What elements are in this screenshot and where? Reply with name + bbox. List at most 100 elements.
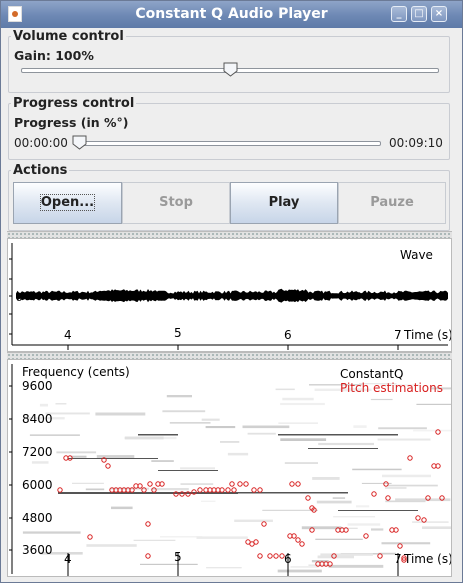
pause-button[interactable]: Pauze <box>338 182 446 224</box>
progress-legend: Progress control <box>11 96 137 111</box>
cq-band <box>275 388 295 391</box>
cq-band <box>378 427 427 430</box>
pitch-estimate-point <box>251 487 257 493</box>
cq-band <box>315 538 363 540</box>
pitch-estimate-point <box>105 463 111 469</box>
cq-band <box>180 483 214 485</box>
constantq-plot: Frequency (cents) ConstantQ Pitch estima… <box>9 364 452 576</box>
cq-ytick-3600: 3600 <box>22 543 53 557</box>
cq-band <box>328 564 384 568</box>
cq-band <box>111 506 133 510</box>
title-bar[interactable]: Constant Q Audio Player _ □ × <box>1 1 462 28</box>
cq-ylabel: Frequency (cents) <box>22 365 130 379</box>
cq-band <box>320 553 373 556</box>
cq-band <box>234 519 273 522</box>
pitch-estimate-point <box>145 553 151 559</box>
pitch-estimate-point <box>407 455 413 461</box>
maximize-icon[interactable]: □ <box>411 6 427 22</box>
cq-band <box>422 526 451 529</box>
stop-button[interactable]: Stop <box>122 182 230 224</box>
cq-band <box>242 425 290 429</box>
cq-ytick-7200: 7200 <box>22 445 53 459</box>
constantq-panel: Frequency (cents) ConstantQ Pitch estima… <box>7 359 452 577</box>
pitch-estimate-point <box>57 487 63 493</box>
open-button[interactable]: Open... <box>13 182 122 224</box>
pitch-estimate-point <box>295 481 301 487</box>
cq-band <box>385 487 407 489</box>
cq-band <box>356 505 370 508</box>
cq-band <box>86 544 137 547</box>
cq-band <box>382 474 431 478</box>
pause-button-label: Pauze <box>370 195 414 210</box>
cq-band <box>180 467 215 470</box>
gain-slider-thumb[interactable] <box>223 62 238 77</box>
wave-title: Wave <box>400 248 433 262</box>
cq-ytick-6000: 6000 <box>22 478 53 492</box>
cq-band-strong <box>138 434 178 436</box>
pitch-estimate-point <box>273 553 279 559</box>
cq-legend-pitch: Pitch estimations <box>340 381 443 395</box>
play-button[interactable]: Play <box>230 182 338 224</box>
wave-tick-5: 5 <box>174 326 182 340</box>
cq-band <box>370 398 393 401</box>
cq-band-strong <box>68 458 158 459</box>
pitch-estimate-point <box>305 495 311 501</box>
stop-button-label: Stop <box>159 195 193 210</box>
waveform-plot: Wave 0 4 5 6 7 Time (s) <box>9 243 451 350</box>
pitch-estimate-point <box>87 534 93 540</box>
pitch-estimate-point <box>415 515 421 521</box>
cq-band <box>151 460 174 462</box>
progress-slider-thumb[interactable] <box>72 135 87 150</box>
cq-band <box>56 451 97 454</box>
cq-band <box>262 509 318 511</box>
volume-legend: Volume control <box>11 29 126 44</box>
cq-time-label: Time (s) <box>403 552 452 566</box>
cq-band <box>413 429 451 432</box>
cq-band <box>277 569 322 573</box>
pitch-estimate-point <box>237 481 243 487</box>
cq-band <box>166 395 192 398</box>
pitch-estimate-point <box>231 487 237 493</box>
pitch-estimate-point <box>289 481 295 487</box>
cq-band <box>72 482 104 484</box>
cq-band <box>280 402 325 406</box>
cq-band <box>140 563 198 565</box>
cq-xtick-7: 7 <box>394 552 402 566</box>
close-icon[interactable]: × <box>431 6 447 22</box>
pitch-estimate-point <box>295 537 301 543</box>
cq-band <box>301 526 342 530</box>
progress-control-group: Progress control Progress (in %°) 00:00:… <box>8 96 450 160</box>
cq-band <box>247 432 276 435</box>
cq-band <box>205 426 236 429</box>
cq-band <box>70 455 87 458</box>
pitch-estimate-point <box>197 487 203 493</box>
cq-band <box>31 461 49 464</box>
play-button-label: Play <box>268 195 300 210</box>
cq-ytick-8400: 8400 <box>22 412 53 426</box>
cq-band <box>227 452 249 456</box>
cq-band <box>133 539 176 541</box>
cq-band-strong <box>308 448 378 449</box>
cq-band-strong <box>278 434 398 436</box>
cq-band <box>377 438 431 441</box>
cq-band <box>22 531 81 534</box>
cq-band <box>371 528 384 531</box>
cq-band <box>312 477 340 480</box>
actions-legend: Actions <box>11 163 70 178</box>
cq-legend-constantq: ConstantQ <box>340 367 403 381</box>
cq-band <box>160 536 203 538</box>
volume-control-group: Volume control Gain: 100% <box>8 29 450 93</box>
minimize-icon[interactable]: _ <box>391 6 407 22</box>
cq-band <box>381 542 431 545</box>
cq-band <box>332 497 346 499</box>
cq-band <box>318 442 374 446</box>
wave-tick-6: 6 <box>284 328 292 342</box>
pitch-estimate-point <box>243 481 249 487</box>
cq-ytick-4800: 4800 <box>22 511 53 525</box>
progress-slider-track[interactable] <box>79 141 381 146</box>
pitch-estimate-point <box>385 495 391 501</box>
wave-panel: Wave 0 4 5 6 7 Time (s) <box>7 238 452 352</box>
progress-label: Progress (in %°) <box>14 115 129 130</box>
pitch-estimate-point <box>257 553 263 559</box>
cq-band <box>278 422 318 424</box>
